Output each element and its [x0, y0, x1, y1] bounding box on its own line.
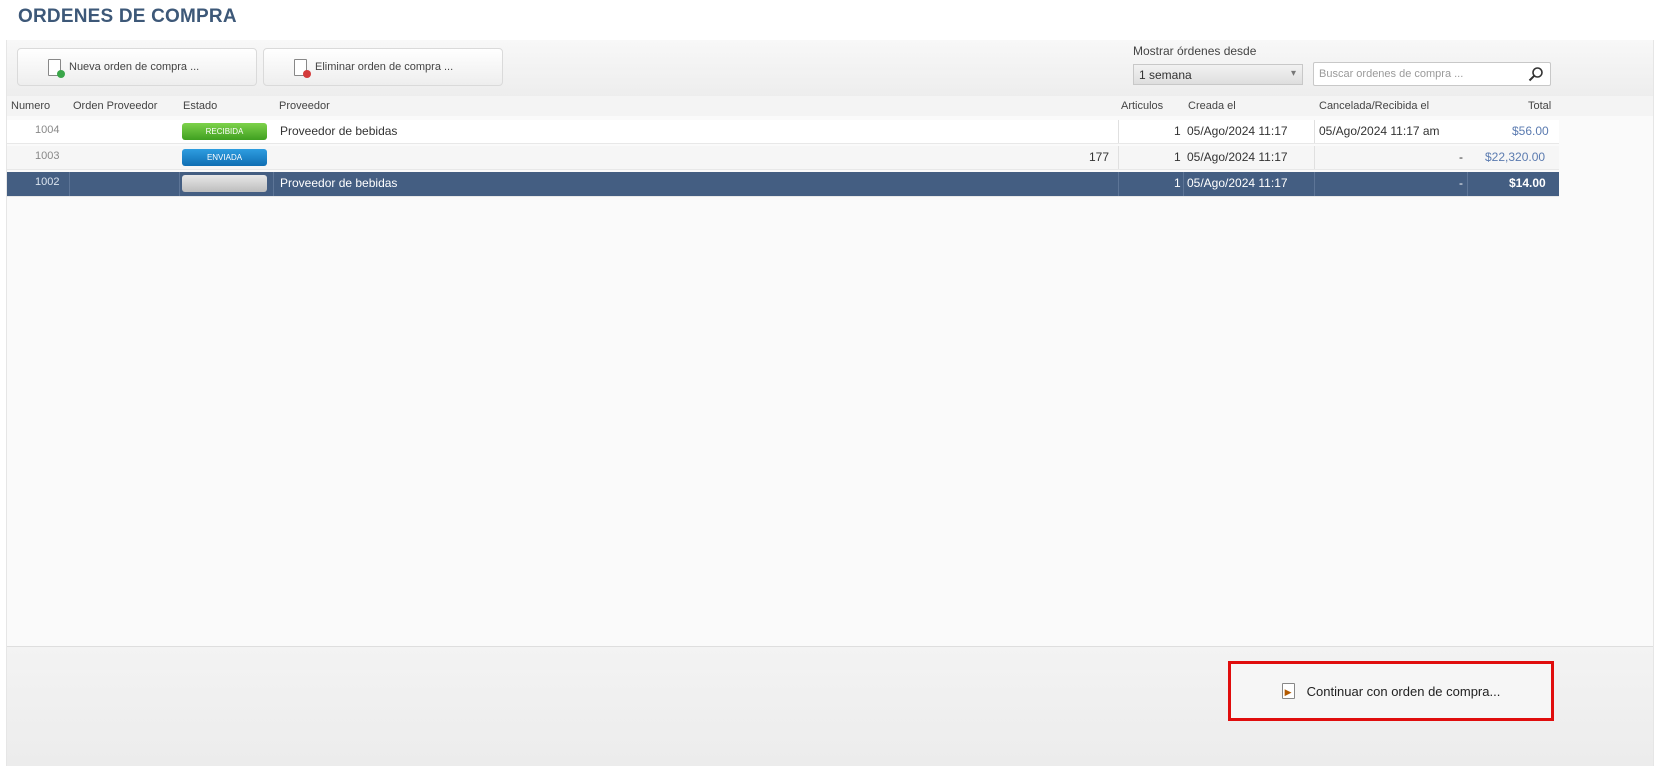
status-badge: ENVIADA: [182, 149, 267, 166]
filter-label: Mostrar órdenes desde: [1133, 44, 1257, 58]
column-header-total[interactable]: Total: [1528, 100, 1551, 112]
table-row[interactable]: 1003 ENVIADA 177 1 05/Ago/2024 11:17 - $…: [7, 146, 1559, 170]
new-document-icon: [48, 58, 65, 78]
orders-panel: Nueva orden de compra ... Eliminar orden…: [6, 40, 1654, 766]
cell-creada: 05/Ago/2024 11:17: [1187, 176, 1288, 190]
delete-document-icon: [294, 58, 311, 78]
cell-articulos: 1: [1174, 150, 1181, 164]
open-document-icon: ▶: [1281, 683, 1295, 699]
table-header: Numero Orden Proveedor Estado Proveedor …: [7, 96, 1653, 116]
cell-numero: 1002: [35, 176, 60, 188]
cell-creada: 05/Ago/2024 11:17: [1187, 124, 1288, 138]
continue-order-button[interactable]: ▶ Continuar con orden de compra...: [1228, 661, 1554, 721]
table-row[interactable]: 1004 RECIBIDA Proveedor de bebidas 1 05/…: [7, 120, 1559, 144]
cell-recibida: 05/Ago/2024 11:17 am: [1319, 124, 1440, 138]
column-header-proveedor[interactable]: Proveedor: [279, 100, 330, 112]
cell-recibida: -: [1459, 150, 1463, 164]
delete-order-button[interactable]: Eliminar orden de compra ...: [263, 48, 503, 86]
date-range-select[interactable]: 1 semana ▾: [1133, 64, 1303, 85]
table-row-selected[interactable]: 1002 Proveedor de bebidas 1 05/Ago/2024 …: [7, 172, 1559, 197]
cell-numero: 1004: [35, 124, 60, 136]
column-header-orden-proveedor[interactable]: Orden Proveedor: [73, 100, 179, 112]
column-header-recibida[interactable]: Cancelada/Recibida el: [1319, 100, 1429, 112]
cell-articulos: 1: [1174, 176, 1181, 190]
column-header-estado[interactable]: Estado: [183, 100, 217, 112]
chevron-down-icon: ▾: [1290, 68, 1296, 79]
cell-numero: 1003: [35, 150, 60, 162]
column-header-numero[interactable]: Numero: [11, 100, 50, 112]
new-order-button[interactable]: Nueva orden de compra ...: [17, 48, 257, 86]
delete-order-label: Eliminar orden de compra ...: [315, 61, 454, 73]
cell-total: $14.00: [1509, 176, 1546, 190]
cell-total: $22,320.00: [1485, 150, 1546, 164]
cell-proveedor: Proveedor de bebidas: [280, 176, 398, 190]
cell-total: $56.00: [1512, 124, 1549, 138]
cell-creada: 05/Ago/2024 11:17: [1187, 150, 1288, 164]
cell-extra: 177: [1089, 150, 1110, 164]
cell-proveedor: Proveedor de bebidas: [280, 124, 398, 138]
date-range-value: 1 semana: [1139, 67, 1192, 82]
search-box: [1313, 62, 1551, 86]
page-title: ORDENES DE COMPRA: [18, 6, 237, 27]
cell-recibida: -: [1459, 176, 1463, 190]
footer-bar: ▶ Continuar con orden de compra...: [7, 646, 1653, 766]
cell-articulos: 1: [1174, 124, 1181, 138]
continue-order-label: Continuar con orden de compra...: [1306, 683, 1501, 699]
toolbar: Nueva orden de compra ... Eliminar orden…: [7, 40, 1653, 98]
status-badge: [182, 175, 267, 192]
search-input[interactable]: [1314, 63, 1519, 85]
new-order-label: Nueva orden de compra ...: [69, 61, 200, 73]
column-header-creada[interactable]: Creada el: [1188, 100, 1236, 112]
search-icon[interactable]: [1528, 66, 1544, 82]
column-header-articulos[interactable]: Articulos: [1121, 100, 1163, 112]
status-badge: RECIBIDA: [182, 123, 267, 140]
